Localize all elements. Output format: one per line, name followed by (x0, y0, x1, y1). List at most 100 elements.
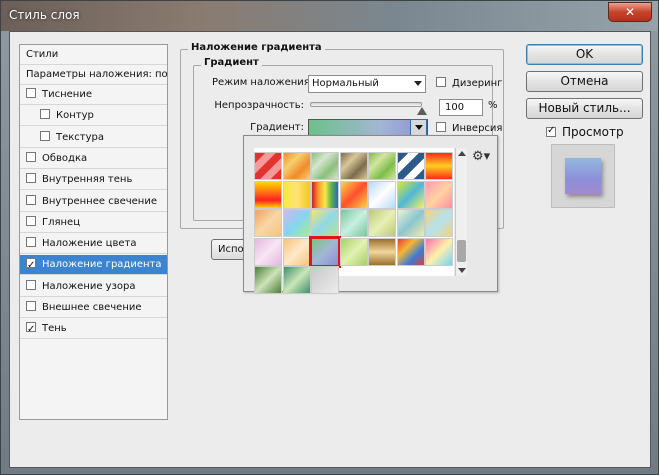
style-list-item[interactable]: Глянец (20, 213, 167, 233)
close-icon: ✕ (624, 5, 636, 19)
gradient-preset[interactable] (311, 266, 339, 294)
gradient-preset[interactable] (339, 209, 368, 237)
style-checkbox[interactable] (26, 237, 36, 248)
opacity-label: Непрозрачность: (214, 100, 304, 111)
gradient-preset[interactable] (396, 180, 425, 209)
gradient-preset[interactable] (311, 180, 339, 209)
style-checkbox[interactable] (26, 256, 36, 274)
gradient-preset[interactable] (368, 152, 396, 180)
reverse-checkbox-box[interactable] (436, 122, 446, 132)
preview-checkbox[interactable]: Просмотр (546, 125, 624, 139)
style-list-item-label: Внутренняя тень (42, 174, 133, 186)
gradient-preset[interactable] (254, 209, 282, 237)
style-list-item[interactable]: Обводка (20, 149, 167, 169)
style-checkbox[interactable] (26, 215, 36, 226)
gradient-dropdown-button[interactable] (410, 119, 427, 136)
close-button[interactable]: ✕ (608, 2, 652, 22)
opacity-slider-thumb[interactable] (417, 107, 427, 115)
blend-mode-label: Режим наложения: (212, 77, 314, 88)
opacity-unit: % (488, 100, 498, 111)
style-checkbox[interactable] (26, 279, 36, 290)
style-list-item[interactable]: Внутреннее свечение (20, 192, 167, 212)
style-list-item[interactable]: Внутренняя тень (20, 170, 167, 191)
gradient-preset[interactable] (254, 152, 282, 180)
blend-mode-select[interactable]: Нормальный (308, 75, 426, 93)
gradient-preset[interactable] (368, 180, 396, 209)
blend-mode-value: Нормальный (312, 78, 379, 89)
gradient-preset[interactable] (425, 180, 453, 209)
style-checkbox[interactable] (26, 173, 36, 184)
picker-scrollbar[interactable] (455, 148, 467, 276)
gradient-preset[interactable] (311, 209, 339, 237)
gradient-preset[interactable] (254, 237, 282, 266)
scroll-up-icon[interactable] (458, 151, 466, 156)
gradient-preset[interactable] (339, 237, 368, 266)
gradient-preset[interactable] (254, 180, 282, 209)
ok-button[interactable]: OK (526, 44, 643, 65)
gradient-preset[interactable] (282, 152, 311, 180)
style-list-item[interactable]: Наложение узора (20, 277, 167, 297)
subgroup-title: Градиент (201, 57, 262, 68)
gradient-preset[interactable] (396, 237, 425, 266)
gradient-preset[interactable] (425, 237, 453, 266)
scroll-down-icon[interactable] (458, 268, 466, 273)
gradient-preset[interactable] (254, 266, 282, 294)
gradient-preset[interactable] (282, 266, 311, 294)
style-list-item-label: Контур (56, 110, 94, 122)
opacity-slider[interactable] (310, 102, 422, 107)
new-style-button[interactable]: Новый стиль... (526, 98, 643, 119)
style-list-item-label: Внешнее свечение (42, 302, 142, 313)
style-list-item-label: Текстура (56, 131, 105, 143)
style-list-item[interactable]: Внешнее свечение (20, 298, 167, 318)
title-bar[interactable]: Стиль слоя ✕ (1, 1, 658, 31)
style-checkbox[interactable] (26, 320, 36, 338)
gradient-preset[interactable] (425, 152, 453, 180)
gradient-preset[interactable] (282, 209, 311, 237)
gradient-preset[interactable] (425, 209, 453, 237)
opacity-input[interactable]: 100 (439, 99, 483, 116)
gradient-preset[interactable] (368, 237, 396, 266)
style-checkbox[interactable] (26, 151, 36, 162)
style-list-item-label: Тень (42, 323, 67, 335)
style-checkbox[interactable] (40, 130, 50, 141)
style-list-item-label: Тиснение (42, 89, 92, 100)
gradient-picker-popup: ⚙▾ (243, 135, 498, 294)
gradient-preset[interactable] (282, 237, 311, 266)
style-list-item[interactable]: Контур (20, 106, 167, 127)
style-list-item[interactable]: Тиснение (20, 85, 167, 105)
gradient-preset[interactable] (339, 180, 368, 209)
styles-header[interactable]: Стили (20, 45, 167, 65)
reverse-checkbox[interactable]: Инверсия (436, 122, 502, 134)
preview-swatch (565, 158, 601, 194)
scroll-thumb[interactable] (457, 240, 466, 262)
style-list-item[interactable]: Наложение цвета (20, 234, 167, 255)
chevron-down-icon (414, 81, 422, 86)
window-title: Стиль слоя (9, 8, 80, 22)
style-list-item[interactable]: Текстура (20, 128, 167, 148)
dither-checkbox[interactable]: Дизеринг (436, 77, 502, 89)
gradient-preset[interactable] (368, 209, 396, 237)
style-checkbox[interactable] (26, 301, 36, 311)
dither-label: Дизеринг (452, 78, 503, 89)
preview-checkbox-box[interactable] (546, 125, 556, 137)
gradient-preset[interactable] (339, 152, 368, 180)
gradient-preset[interactable] (396, 152, 425, 180)
style-list-item[interactable]: Наложение градиента (20, 255, 167, 276)
style-list-item-label: Наложение градиента (42, 259, 162, 271)
gear-icon[interactable]: ⚙▾ (472, 149, 490, 164)
style-checkbox[interactable] (26, 88, 36, 98)
gradient-preset[interactable] (311, 152, 339, 180)
cancel-button[interactable]: Отмена (526, 71, 643, 92)
dither-checkbox-box[interactable] (436, 77, 446, 87)
dialog-window: Стиль слоя ✕ Стили Параметры наложения: … (0, 0, 659, 475)
gradient-preset-selected[interactable] (309, 235, 341, 268)
style-list-item-label: Наложение цвета (42, 238, 137, 250)
blending-options-item[interactable]: Параметры наложения: по умолчанию (20, 65, 167, 85)
style-checkbox[interactable] (26, 194, 36, 205)
gradient-preset[interactable] (282, 180, 311, 209)
style-list-item[interactable]: Тень (20, 319, 167, 340)
reverse-label: Инверсия (452, 123, 503, 134)
gradient-preset[interactable] (396, 209, 425, 237)
style-checkbox[interactable] (40, 109, 50, 120)
style-list-item-label: Глянец (42, 216, 81, 228)
